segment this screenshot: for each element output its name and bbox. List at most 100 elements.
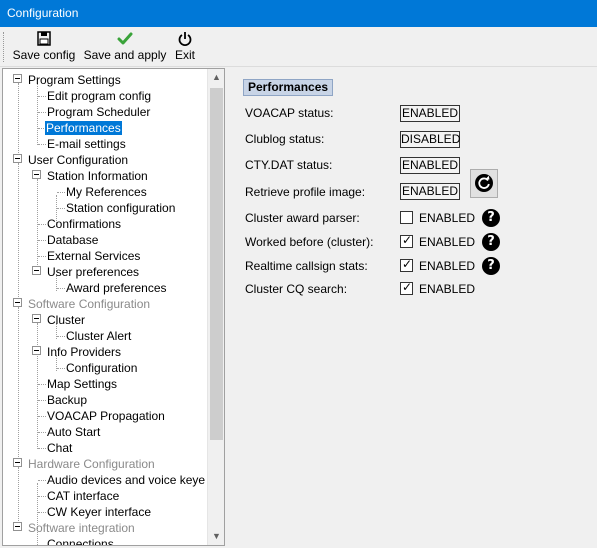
cluster-award-parser-checkbox[interactable] xyxy=(400,211,413,224)
collapse-icon[interactable] xyxy=(32,346,41,355)
ctydat-status-value: ENABLED xyxy=(400,157,460,174)
scroll-up-icon[interactable]: ▲ xyxy=(208,69,224,86)
tree-item-software-configuration[interactable]: Software Configuration xyxy=(28,296,150,312)
tree-item-cluster[interactable]: Cluster xyxy=(47,312,85,328)
tree-item-user-configuration[interactable]: User Configuration xyxy=(28,152,128,168)
tree-item-label: E-mail settings xyxy=(47,137,126,151)
tree-item-backup[interactable]: Backup xyxy=(47,392,87,408)
tree-item-program-settings[interactable]: Program Settings xyxy=(28,72,121,88)
section-title: Performances xyxy=(243,79,334,96)
scroll-down-icon[interactable]: ▼ xyxy=(208,528,224,545)
tree-line xyxy=(57,192,65,193)
tree-item-cw-keyer-interface[interactable]: CW Keyer interface xyxy=(47,504,151,520)
collapse-icon[interactable] xyxy=(13,298,22,307)
tree-line xyxy=(57,368,65,369)
tree-item-program-scheduler[interactable]: Program Scheduler xyxy=(47,104,150,120)
settings-tree[interactable]: Program Settings Edit program config Pro… xyxy=(2,68,225,546)
collapse-icon[interactable] xyxy=(32,314,41,323)
tree-item-info-providers[interactable]: Info Providers xyxy=(47,344,121,360)
tree-line xyxy=(38,224,46,225)
tree-item-external-services[interactable]: External Services xyxy=(47,248,140,264)
cluster-award-parser-text: ENABLED xyxy=(419,211,476,225)
tree-item-award-preferences[interactable]: Award preferences xyxy=(66,280,167,296)
tree-item-label: My References xyxy=(66,185,147,199)
tree-line xyxy=(38,432,46,433)
tree-item-configuration[interactable]: Configuration xyxy=(66,360,137,376)
save-config-button[interactable]: Save config xyxy=(11,30,77,65)
tree-item-cluster-alert[interactable]: Cluster Alert xyxy=(66,328,131,344)
collapse-icon[interactable] xyxy=(13,522,22,531)
floppy-disk-icon xyxy=(37,31,51,46)
tree-item-confirmations[interactable]: Confirmations xyxy=(47,216,121,232)
collapse-icon[interactable] xyxy=(13,154,22,163)
help-icon[interactable]: ? xyxy=(482,257,500,275)
tree-item-performances[interactable]: Performances xyxy=(45,120,122,136)
tree-item-label: Auto Start xyxy=(47,425,101,439)
tree-item-auto-start[interactable]: Auto Start xyxy=(47,424,100,440)
tree-item-station-information[interactable]: Station Information xyxy=(47,168,148,184)
tree-item-voacap-propagation[interactable]: VOACAP Propagation xyxy=(47,408,165,424)
help-icon[interactable]: ? xyxy=(482,209,500,227)
save-config-label: Save config xyxy=(12,48,76,62)
tree-item-user-preferences[interactable]: User preferences xyxy=(47,264,139,280)
tree-item-label: Cluster Alert xyxy=(66,329,132,343)
tree-scrollbar[interactable]: ▲ ▼ xyxy=(207,69,224,545)
tree-line xyxy=(38,512,46,513)
refresh-icon xyxy=(475,174,493,192)
collapse-icon[interactable] xyxy=(32,170,41,179)
power-icon xyxy=(178,32,192,46)
collapse-icon[interactable] xyxy=(32,266,41,275)
tree-item-software-integration[interactable]: Software integration xyxy=(28,520,135,536)
tree-line xyxy=(38,240,46,241)
tree-item-label: Connections xyxy=(47,537,114,545)
tree-item-chat[interactable]: Chat xyxy=(47,440,72,456)
tree-line xyxy=(38,400,46,401)
tree-line xyxy=(18,83,19,163)
tree-line xyxy=(38,448,46,449)
collapse-icon[interactable] xyxy=(13,74,22,83)
exit-button[interactable]: Exit xyxy=(172,30,198,65)
checkmark-icon xyxy=(117,32,133,45)
save-and-apply-button[interactable]: Save and apply xyxy=(83,30,167,65)
tree-item-label: Performances xyxy=(45,121,122,135)
tree-item-map-settings[interactable]: Map Settings xyxy=(47,376,117,392)
help-icon[interactable]: ? xyxy=(482,233,500,251)
tree-line xyxy=(38,256,46,257)
tree-item-label: Cluster xyxy=(47,313,86,327)
worked-before-checkbox[interactable] xyxy=(400,233,413,248)
tree-item-label: Program Settings xyxy=(28,73,121,87)
refresh-button[interactable] xyxy=(470,169,498,198)
tree-item-station-configuration[interactable]: Station configuration xyxy=(66,200,175,216)
worked-before-label: Worked before (cluster): xyxy=(245,235,374,249)
tree-line xyxy=(37,323,38,449)
tree-item-label: Info Providers xyxy=(47,345,122,359)
ctydat-status-label: CTY.DAT status: xyxy=(245,158,333,172)
tree-item-label: Software Configuration xyxy=(28,297,151,311)
scroll-thumb[interactable] xyxy=(210,88,223,440)
cluster-cq-search-checkbox[interactable] xyxy=(400,280,413,295)
tree-item-connections[interactable]: Connections xyxy=(47,536,114,545)
tree-item-edit-program-config[interactable]: Edit program config xyxy=(47,88,151,104)
tree-item-cat-interface[interactable]: CAT interface xyxy=(47,488,119,504)
tree-item-label: Confirmations xyxy=(47,217,122,231)
tree-line xyxy=(37,179,38,273)
tree-item-my-references[interactable]: My References xyxy=(66,184,147,200)
collapse-icon[interactable] xyxy=(13,458,22,467)
tree-item-database[interactable]: Database xyxy=(47,232,98,248)
tree-item-hardware-configuration[interactable]: Hardware Configuration xyxy=(28,456,155,472)
tree-item-email-settings[interactable]: E-mail settings xyxy=(47,136,126,152)
tree-line xyxy=(57,288,65,289)
tree-item-label: User preferences xyxy=(47,265,140,279)
tree-line xyxy=(38,96,46,97)
window-titlebar: Configuration xyxy=(0,0,597,27)
voacap-status-value: ENABLED xyxy=(400,105,460,122)
tree-item-label: VOACAP Propagation xyxy=(47,409,165,423)
tree-item-label: CW Keyer interface xyxy=(47,505,152,519)
cluster-award-parser-label: Cluster award parser: xyxy=(245,211,360,225)
tree-item-audio-devices[interactable]: Audio devices and voice keye xyxy=(47,472,205,488)
realtime-callsign-stats-checkbox[interactable] xyxy=(400,257,413,272)
performances-panel: Performances VOACAP status: ENABLED Club… xyxy=(232,68,597,548)
tree-content: Program Settings Edit program config Pro… xyxy=(3,69,208,545)
tree-item-label: Database xyxy=(47,233,99,247)
tree-item-label: Configuration xyxy=(66,361,138,375)
